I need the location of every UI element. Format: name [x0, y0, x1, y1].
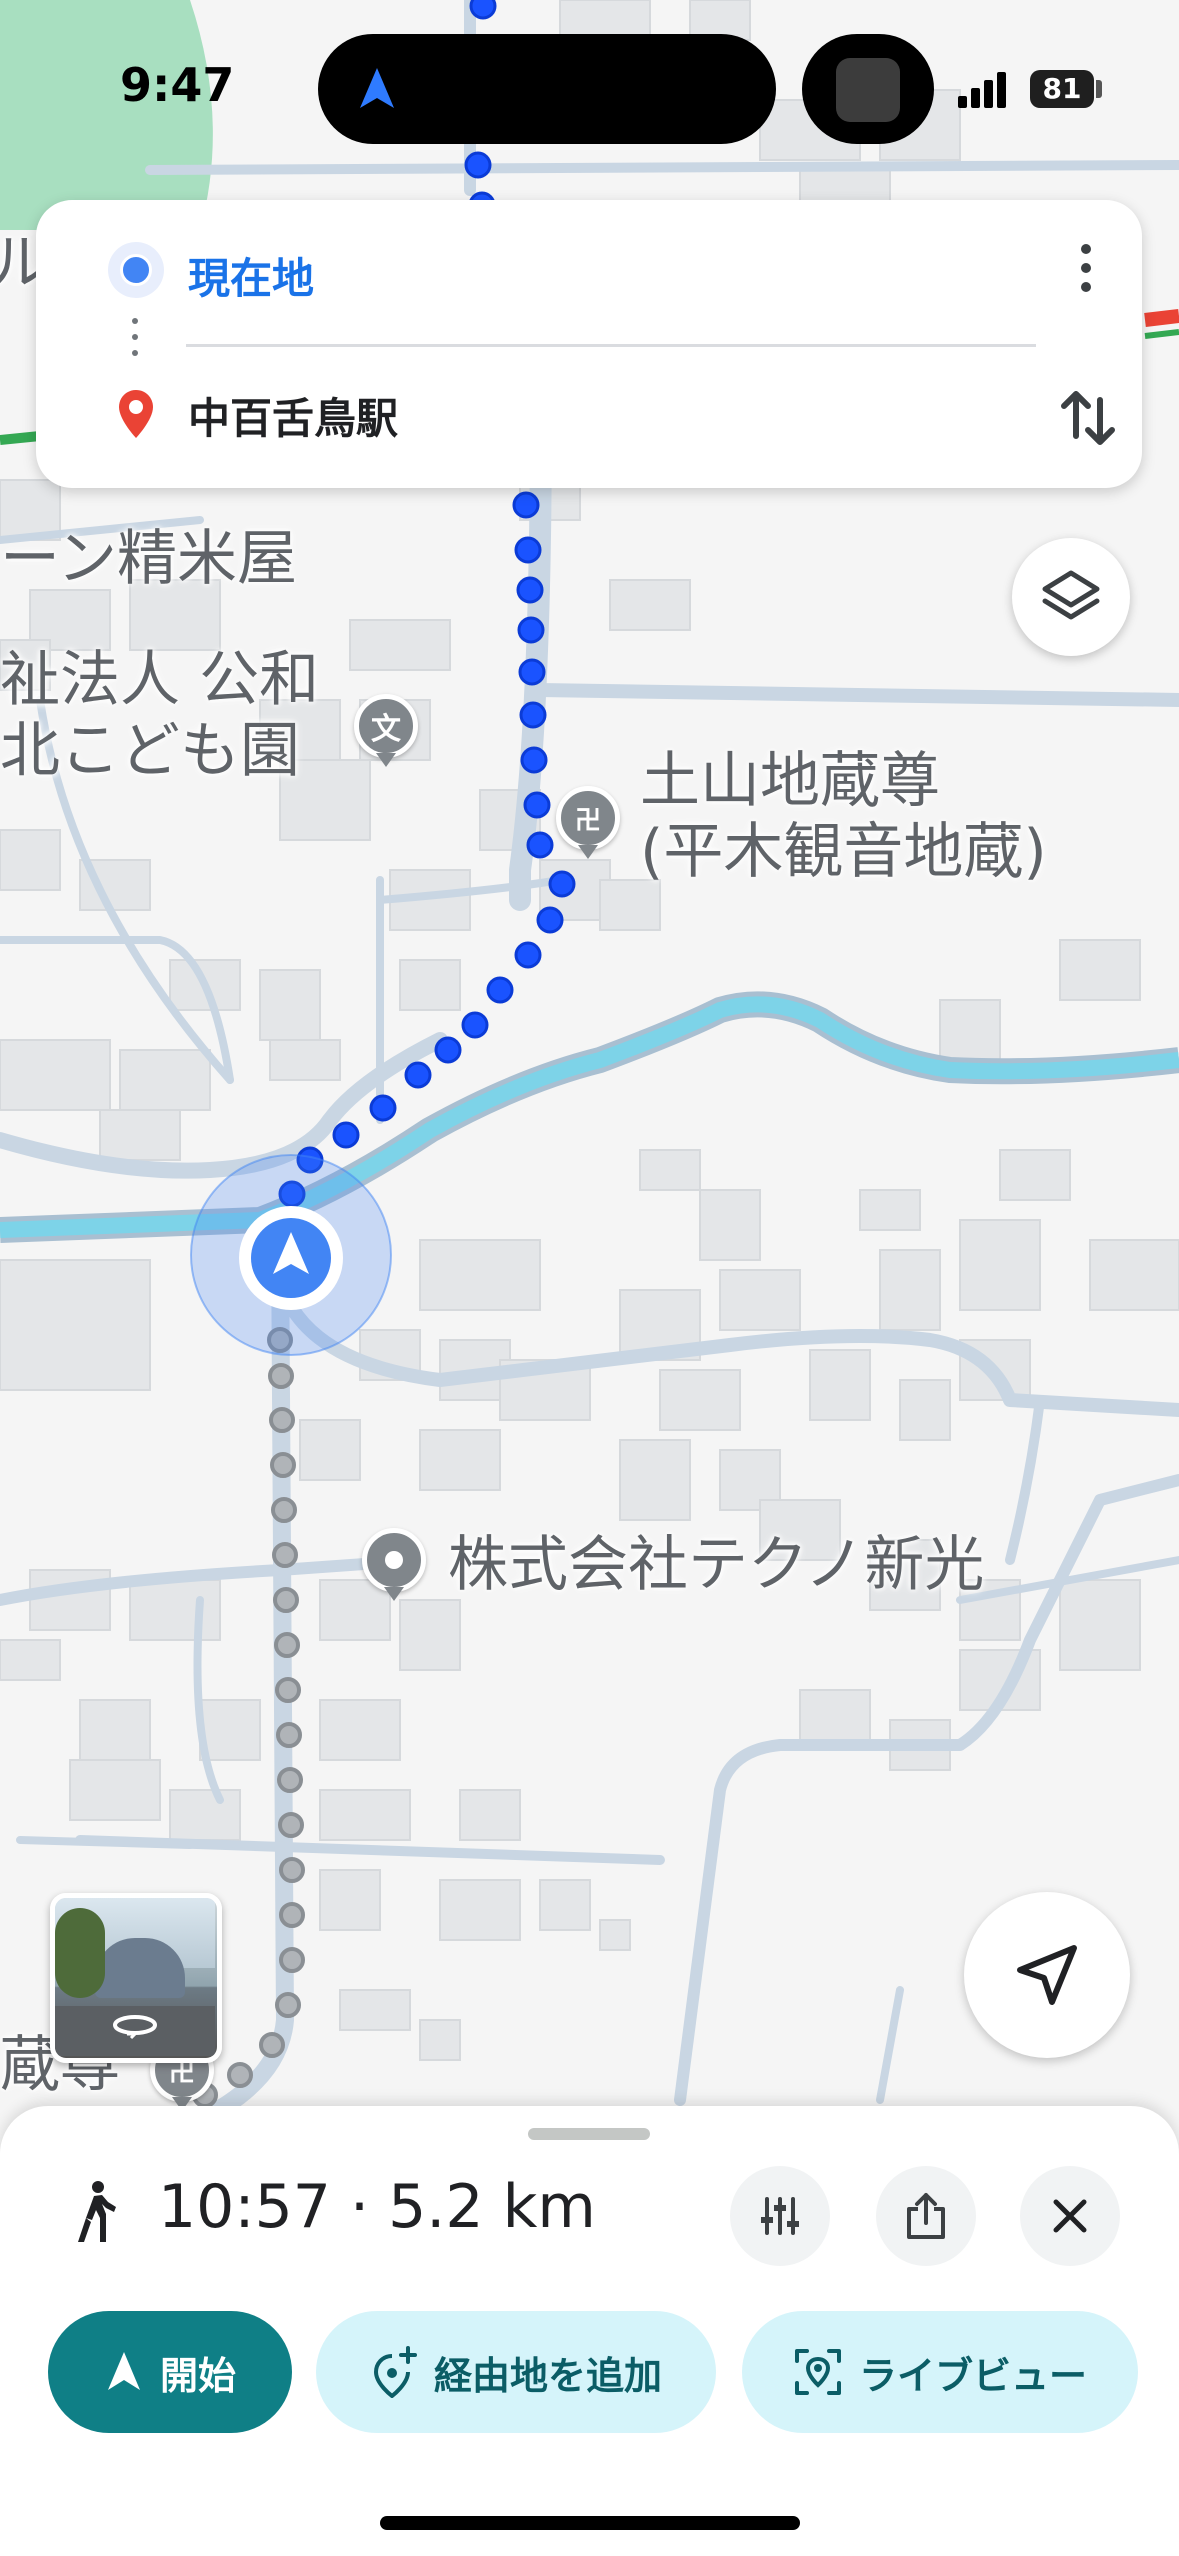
- dynamic-island: [318, 34, 776, 144]
- add-stop-button[interactable]: 経由地を追加: [316, 2311, 716, 2433]
- home-indicator[interactable]: [380, 2516, 800, 2530]
- origin-field[interactable]: 現在地: [188, 245, 314, 306]
- close-button[interactable]: [1020, 2166, 1120, 2266]
- live-view-label: ライブビュー: [858, 2353, 1087, 2398]
- layers-icon: [1042, 570, 1100, 620]
- destination-field[interactable]: 中百舌鳥駅: [188, 385, 398, 446]
- recenter-button[interactable]: [964, 1892, 1130, 2058]
- add-stop-pin-icon: [373, 2346, 417, 2398]
- battery-indicator: 81: [1030, 70, 1094, 108]
- route-divider: [186, 344, 1036, 347]
- start-button-label: 開始: [159, 2353, 236, 2398]
- close-icon: [1053, 2199, 1087, 2233]
- origin-dot-icon: [120, 254, 152, 286]
- road-green-left: [0, 431, 41, 445]
- park-area: [0, 0, 213, 230]
- walking-person-icon: [78, 2181, 116, 2242]
- navigation-arrow-icon: [107, 2352, 140, 2390]
- map-label-company[interactable]: 株式会社テクノ新光: [448, 1530, 984, 1601]
- add-stop-label: 経由地を追加: [433, 2353, 662, 2398]
- sheet-drag-handle[interactable]: [528, 2128, 650, 2140]
- trip-summary: 10:57 · 5.2 km: [158, 2172, 596, 2242]
- route-options-button[interactable]: [730, 2166, 830, 2266]
- map-label-rice-shop[interactable]: ーン精米屋: [0, 524, 297, 595]
- sliders-icon: [761, 2197, 799, 2235]
- status-time: 9:47: [120, 58, 235, 112]
- camera-island: [802, 34, 934, 144]
- signal-icon: [958, 72, 1006, 108]
- temple-poi-icon[interactable]: 卍: [556, 786, 620, 850]
- more-options-icon[interactable]: [1066, 244, 1106, 304]
- bottom-sheet: 10:57 · 5.2 km 開始 経由地を追加 ライブビュー: [0, 2106, 1179, 2556]
- battery-tip: [1096, 80, 1102, 98]
- street-view-thumbnail[interactable]: [50, 1893, 222, 2063]
- live-view-button[interactable]: ライブビュー: [742, 2311, 1138, 2433]
- start-button[interactable]: 開始: [48, 2311, 292, 2433]
- route-card: 現在地 中百舌鳥駅: [36, 200, 1142, 488]
- live-view-icon: [794, 2349, 841, 2395]
- map-label-kindergarten[interactable]: 祉法人 公和 北こども園: [0, 645, 319, 787]
- navigation-arrow-icon: [360, 68, 394, 108]
- rotate-360-icon: [113, 2015, 157, 2040]
- share-icon: [907, 2193, 945, 2239]
- layers-button[interactable]: [1012, 538, 1130, 656]
- highway-segment: [1144, 309, 1179, 327]
- highway-segment-green: [1144, 329, 1179, 339]
- destination-pin-icon: [119, 390, 153, 438]
- map-label-jizo[interactable]: 土山地蔵尊 (平木観音地蔵): [640, 746, 1047, 888]
- share-button[interactable]: [876, 2166, 976, 2266]
- school-poi-icon[interactable]: 文: [354, 694, 418, 758]
- route-connector-dots: [132, 318, 138, 366]
- swap-directions-icon[interactable]: [1048, 378, 1128, 458]
- place-poi-icon[interactable]: [362, 1528, 426, 1592]
- navigation-arrow-icon: [1017, 1945, 1077, 2005]
